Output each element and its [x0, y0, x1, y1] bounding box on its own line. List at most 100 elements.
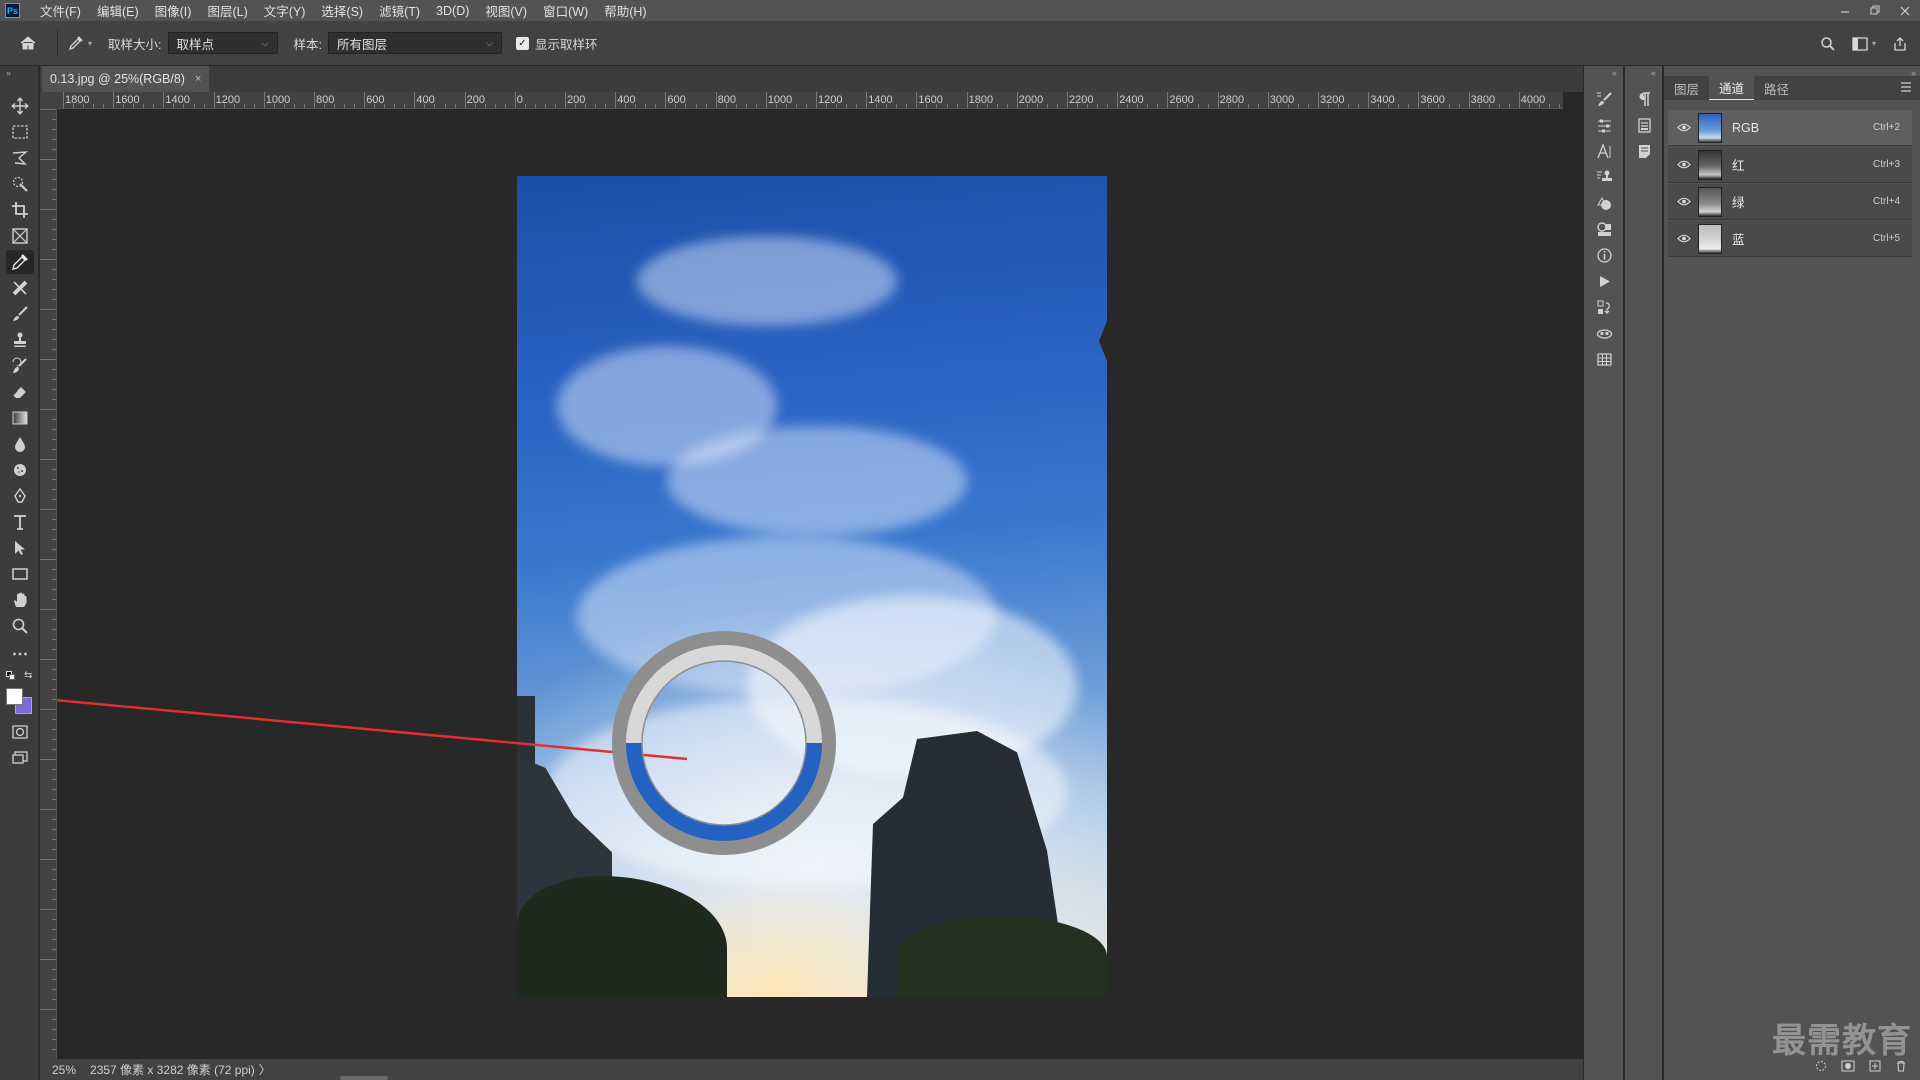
- rectangle-tool[interactable]: [6, 562, 34, 586]
- load-selection-icon[interactable]: [1815, 1060, 1827, 1072]
- default-colors-icon[interactable]: [6, 671, 16, 681]
- paragraph-button[interactable]: [1632, 88, 1656, 110]
- restore-button[interactable]: [1860, 0, 1890, 21]
- menu-view[interactable]: 视图(V): [477, 1, 535, 20]
- menu-layer[interactable]: 图层(L): [199, 1, 255, 20]
- visibility-eye-icon[interactable]: [1674, 234, 1694, 243]
- horizontal-scrollbar-thumb[interactable]: [340, 1076, 388, 1080]
- brush-settings-button[interactable]: [1592, 88, 1616, 110]
- ruler-tick: [52, 329, 56, 330]
- actions-button[interactable]: [1592, 270, 1616, 292]
- quick-selection-tool[interactable]: [6, 172, 34, 196]
- zoom-tool[interactable]: [6, 614, 34, 638]
- sample-size-label: 取样大小:: [108, 37, 162, 52]
- edit-toolbar-button[interactable]: [6, 642, 34, 666]
- collapse-icon[interactable]: «: [1651, 68, 1656, 78]
- ruler-tick: [52, 919, 56, 920]
- properties-button[interactable]: [1632, 114, 1656, 136]
- panel-menu-icon[interactable]: [1900, 81, 1912, 95]
- menu-3d[interactable]: 3D(D): [428, 4, 477, 18]
- expand-toolbar-icon[interactable]: »: [6, 68, 11, 78]
- minimize-button[interactable]: [1830, 0, 1860, 21]
- tab-paths[interactable]: 路径: [1754, 76, 1799, 100]
- info-button[interactable]: [1592, 244, 1616, 266]
- clone-stamp-tool[interactable]: [6, 328, 34, 352]
- delete-channel-icon[interactable]: [1895, 1060, 1907, 1072]
- path-selection-tool[interactable]: [6, 536, 34, 560]
- marquee-tool[interactable]: [6, 120, 34, 144]
- menu-edit[interactable]: 编辑(E): [89, 1, 147, 20]
- quick-mask-button[interactable]: [6, 720, 34, 744]
- menu-select[interactable]: 选择(S): [313, 1, 371, 20]
- channel-row-green[interactable]: 绿 Ctrl+4: [1668, 184, 1912, 220]
- 3d-button[interactable]: [1592, 322, 1616, 344]
- home-button[interactable]: [13, 28, 43, 58]
- timeline-button[interactable]: [1592, 348, 1616, 370]
- horizontal-ruler[interactable]: 1800 1600 1400 1200 1000 800 600 400 200 0 200 400 6…: [57, 92, 1563, 109]
- tab-channels[interactable]: 通道: [1709, 76, 1755, 100]
- notes-button[interactable]: [1632, 140, 1656, 162]
- eraser-tool[interactable]: [6, 380, 34, 404]
- menu-filter[interactable]: 滤镜(T): [371, 1, 428, 20]
- menu-file[interactable]: 文件(F): [32, 1, 89, 20]
- new-channel-icon[interactable]: [1869, 1060, 1881, 1072]
- ruler-label: 4000: [1520, 94, 1546, 106]
- vertical-ruler[interactable]: [40, 109, 57, 1059]
- ruler-tick: [52, 749, 56, 750]
- gradient-tool[interactable]: [6, 406, 34, 430]
- shapes-button[interactable]: [1592, 192, 1616, 214]
- save-selection-icon[interactable]: [1841, 1060, 1855, 1072]
- channel-row-red[interactable]: 红 Ctrl+3: [1668, 147, 1912, 183]
- history-brush-tool[interactable]: [6, 354, 34, 378]
- visibility-eye-icon[interactable]: [1674, 160, 1694, 169]
- ruler-major-tick: [1016, 92, 1018, 108]
- menu-help[interactable]: 帮助(H): [596, 1, 654, 20]
- collapse-icon[interactable]: «: [1612, 68, 1617, 78]
- tool-preset-picker[interactable]: ▾: [68, 35, 92, 51]
- ruler-minor-tick: [735, 104, 737, 108]
- pen-tool[interactable]: [6, 484, 34, 508]
- close-tab-icon[interactable]: ×: [195, 73, 201, 85]
- search-icon[interactable]: [1820, 36, 1836, 52]
- zoom-level[interactable]: 25%: [52, 1063, 76, 1077]
- share-icon[interactable]: [1892, 36, 1908, 52]
- workspace-switcher[interactable]: ▾: [1852, 36, 1876, 51]
- ruler-tick: [52, 219, 56, 220]
- menu-window[interactable]: 窗口(W): [535, 1, 596, 20]
- brush-tool[interactable]: [6, 302, 34, 326]
- close-button[interactable]: [1890, 0, 1920, 21]
- frame-tool[interactable]: [6, 224, 34, 248]
- paths-history-button[interactable]: [1592, 296, 1616, 318]
- sample-size-select[interactable]: 取样点 ⌵: [167, 32, 278, 54]
- character-button[interactable]: [1592, 140, 1616, 162]
- visibility-eye-icon[interactable]: [1674, 197, 1694, 206]
- glyphs-button[interactable]: [1592, 218, 1616, 240]
- ruler-origin[interactable]: [40, 92, 57, 109]
- menu-type[interactable]: 文字(Y): [256, 1, 314, 20]
- sample-size-value: 取样点: [176, 37, 215, 52]
- screen-mode-button[interactable]: [6, 746, 34, 770]
- type-tool[interactable]: [6, 510, 34, 534]
- lasso-tool[interactable]: [6, 146, 34, 170]
- foreground-color-swatch[interactable]: [6, 688, 23, 705]
- dodge-tool[interactable]: [6, 458, 34, 482]
- move-tool[interactable]: [6, 94, 34, 118]
- crop-tool[interactable]: [6, 198, 34, 222]
- show-sampling-ring-checkbox[interactable]: ✓: [515, 36, 529, 50]
- blur-tool[interactable]: [6, 432, 34, 456]
- canvas-area[interactable]: [57, 109, 1563, 1059]
- healing-brush-tool[interactable]: [6, 276, 34, 300]
- visibility-eye-icon[interactable]: [1674, 123, 1694, 132]
- document-tab[interactable]: 0.13.jpg @ 25%(RGB/8) ×: [42, 66, 210, 92]
- adjustments-button[interactable]: [1592, 114, 1616, 136]
- swap-colors-icon[interactable]: ⇆: [24, 670, 32, 681]
- status-menu-icon[interactable]: 〉: [259, 1061, 271, 1078]
- tab-layers[interactable]: 图层: [1664, 76, 1709, 100]
- hand-tool[interactable]: [6, 588, 34, 612]
- clone-source-button[interactable]: [1592, 166, 1616, 188]
- channel-row-blue[interactable]: 蓝 Ctrl+5: [1668, 221, 1912, 257]
- channel-row-rgb[interactable]: RGB Ctrl+2: [1668, 110, 1912, 146]
- menu-image[interactable]: 图像(I): [147, 1, 200, 20]
- eyedropper-tool[interactable]: [6, 250, 34, 274]
- sample-layers-select[interactable]: 所有图层 ⌵: [327, 32, 502, 54]
